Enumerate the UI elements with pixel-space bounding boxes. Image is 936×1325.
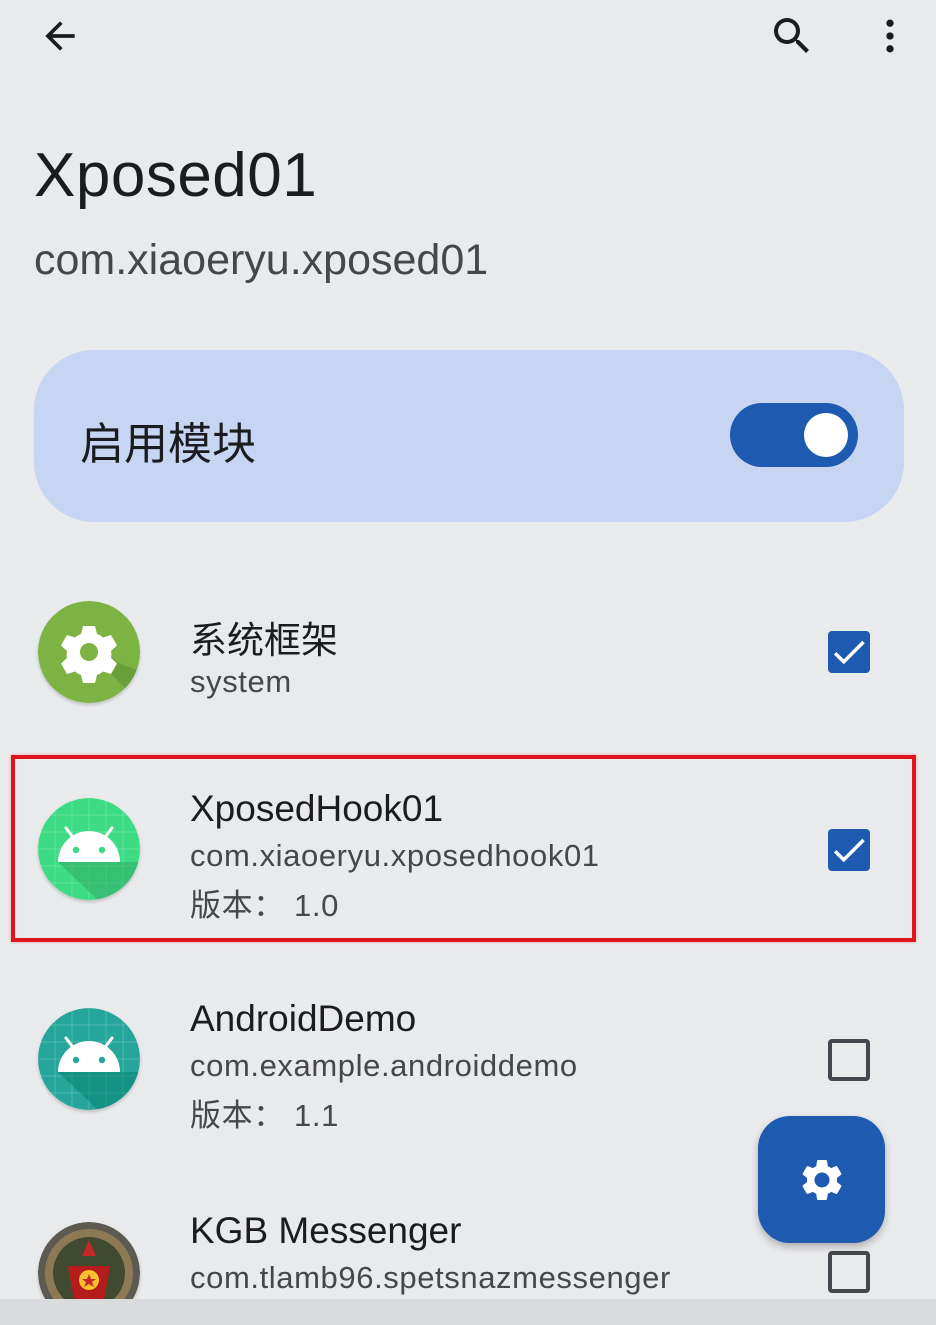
app-package: system — [190, 664, 292, 699]
search-icon — [774, 18, 809, 53]
kgb-emblem-icon — [38, 1222, 140, 1299]
app-name: KGB Messenger — [190, 1210, 462, 1251]
module-scope-checkbox[interactable] — [828, 631, 870, 673]
switch-knob — [804, 413, 848, 457]
top-app-bar — [0, 0, 936, 80]
app-name: 系统框架 — [190, 620, 338, 661]
app-version: 版本： 1.1 — [190, 1098, 339, 1133]
back-button[interactable] — [28, 4, 92, 68]
system-nav-bar — [0, 1299, 936, 1325]
android-system-gear-icon — [38, 601, 140, 703]
gear-icon — [802, 1159, 841, 1200]
more-options-button[interactable] — [858, 4, 922, 68]
settings-fab[interactable] — [758, 1116, 885, 1243]
app-package: com.example.androiddemo — [190, 1048, 578, 1083]
more-vert-icon — [886, 19, 894, 53]
module-scope-checkbox[interactable] — [828, 1251, 870, 1293]
enable-module-card[interactable]: 启用模块 — [34, 350, 904, 522]
module-package: com.xiaoeryu.xposed01 — [34, 236, 489, 284]
app-name: AndroidDemo — [190, 998, 417, 1039]
android-robot-icon — [38, 1008, 140, 1110]
arrow-left-icon — [45, 21, 75, 51]
list-item-system[interactable]: 系统框架 system — [0, 590, 936, 720]
module-scope-checkbox[interactable] — [828, 1039, 870, 1081]
search-button[interactable] — [760, 4, 824, 68]
module-title: Xposed01 — [34, 141, 318, 210]
app-package: com.tlamb96.spetsnazmessenger — [190, 1260, 671, 1295]
enable-module-switch[interactable] — [730, 403, 858, 467]
check-icon — [833, 640, 865, 665]
enable-module-label: 启用模块 — [80, 420, 256, 469]
highlight-annotation — [11, 755, 916, 942]
